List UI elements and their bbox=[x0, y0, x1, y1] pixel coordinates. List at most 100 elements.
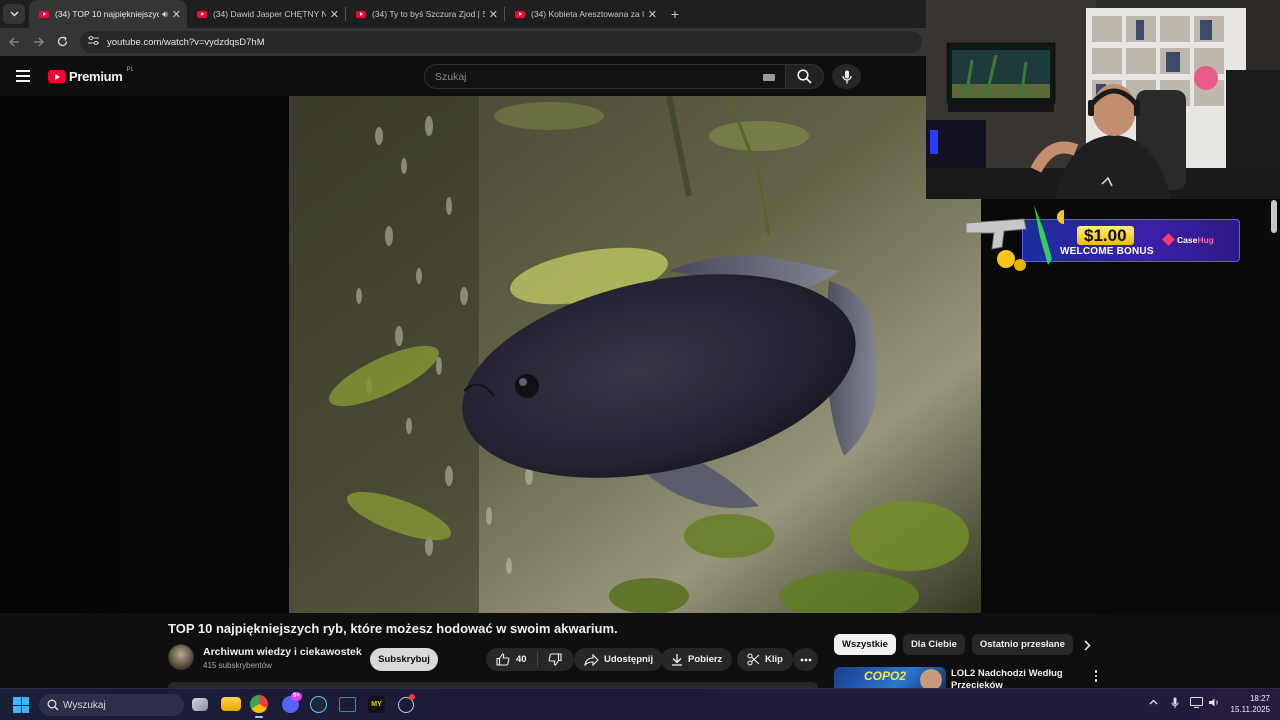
task-view-icon[interactable] bbox=[192, 698, 208, 711]
chevron-right-icon bbox=[1083, 639, 1091, 651]
tab-close-icon[interactable]: ✕ bbox=[330, 8, 339, 21]
recommended-thumbnail[interactable]: COPO2 bbox=[834, 667, 946, 688]
scissors-icon bbox=[747, 653, 760, 666]
chrome-active-indicator bbox=[255, 716, 263, 718]
promo-text: WELCOME BONUS bbox=[1060, 246, 1154, 257]
tab-close-icon[interactable]: ✕ bbox=[648, 8, 657, 21]
forward-button[interactable] bbox=[26, 35, 50, 50]
steam-icon[interactable] bbox=[310, 696, 327, 713]
search-input[interactable]: Szukaj bbox=[424, 64, 786, 89]
youtube-favicon-icon bbox=[197, 10, 207, 18]
recommended-menu-icon[interactable] bbox=[1092, 670, 1100, 682]
taskbar-clock[interactable]: 18:27 15.11.2025 bbox=[1226, 693, 1270, 715]
chips-next-button[interactable] bbox=[1078, 636, 1096, 654]
dislike-button[interactable] bbox=[538, 653, 574, 666]
tab-title: (34) TOP 10 najpiękniejszych bbox=[55, 9, 160, 19]
back-button[interactable] bbox=[2, 35, 26, 50]
site-info-icon[interactable] bbox=[88, 35, 99, 48]
more-horizontal-icon bbox=[800, 658, 811, 661]
my-app-icon[interactable]: MY bbox=[368, 696, 385, 713]
download-button[interactable]: Pobierz bbox=[661, 648, 733, 671]
share-label: Udostępnij bbox=[604, 654, 654, 665]
obs-recording-dot bbox=[409, 694, 415, 700]
casehug-promo-banner[interactable]: $1.00 WELCOME BONUS CaseHug bbox=[964, 203, 1242, 277]
url-text: youtube.com/watch?v=vydzdqsD7hM bbox=[107, 36, 265, 48]
browser-tab-3[interactable]: (34) Ty to byś Szczura Zjod | Sp ✕ bbox=[346, 0, 504, 28]
more-actions-button[interactable] bbox=[793, 648, 818, 671]
promo-brand: CaseHug bbox=[1177, 235, 1214, 245]
arrow-left-icon bbox=[8, 37, 19, 46]
arrow-right-icon bbox=[33, 37, 44, 46]
channel-avatar[interactable] bbox=[168, 644, 194, 670]
speaker-icon[interactable]: 🔊︎ bbox=[162, 9, 168, 20]
download-label: Pobierz bbox=[688, 654, 723, 665]
chevron-down-icon bbox=[10, 11, 18, 17]
network-icon[interactable] bbox=[1190, 697, 1203, 711]
search-icon bbox=[47, 699, 59, 711]
promo-amount: $1.00 bbox=[1077, 226, 1134, 245]
tab-title: (34) Dawid Jasper CHĘTNY NA bbox=[213, 9, 326, 19]
share-icon bbox=[584, 653, 599, 666]
subscribe-button[interactable]: Subskrybuj bbox=[370, 648, 438, 671]
reload-button[interactable] bbox=[50, 35, 74, 50]
new-tab-button[interactable]: + bbox=[663, 6, 687, 22]
browser-tab-4[interactable]: (34) Kobieta Aresztowana za Uj ✕ bbox=[505, 0, 663, 28]
subscriber-count: 415 subskrybentów bbox=[203, 661, 272, 670]
thumbs-up-icon bbox=[496, 653, 510, 666]
search-button[interactable] bbox=[786, 64, 824, 89]
search-placeholder: Szukaj bbox=[435, 70, 467, 83]
thumbs-down-icon bbox=[548, 653, 562, 666]
video-frame[interactable] bbox=[289, 96, 981, 613]
clip-label: Klip bbox=[765, 654, 783, 665]
windows-start-icon[interactable] bbox=[13, 697, 29, 713]
taskbar-search-placeholder: Wyszukaj bbox=[63, 699, 106, 711]
fish-video-image bbox=[289, 96, 981, 613]
browser-tab-2[interactable]: (34) Dawid Jasper CHĘTNY NA ✕ bbox=[187, 0, 345, 28]
menu-icon[interactable] bbox=[16, 70, 30, 82]
chrome-icon[interactable] bbox=[250, 695, 268, 713]
tab-title: (34) Kobieta Aresztowana za Uj bbox=[531, 9, 644, 19]
channel-name[interactable]: Archiwum wiedzy i ciekawostek bbox=[203, 646, 362, 658]
youtube-header: Premium PL Szukaj bbox=[0, 56, 926, 96]
youtube-favicon-icon bbox=[356, 10, 366, 18]
like-button[interactable]: 40 bbox=[486, 653, 537, 666]
youtube-premium-logo[interactable]: Premium PL bbox=[48, 66, 134, 84]
search-icon bbox=[797, 69, 812, 84]
file-explorer-icon[interactable] bbox=[221, 697, 241, 711]
keyboard-icon[interactable] bbox=[763, 74, 775, 81]
volume-icon[interactable] bbox=[1208, 697, 1220, 711]
clock-date: 15.11.2025 bbox=[1230, 705, 1270, 714]
reload-icon bbox=[57, 35, 67, 46]
youtube-favicon-icon bbox=[39, 10, 49, 18]
like-count: 40 bbox=[516, 654, 527, 665]
streamer-webcam-image bbox=[926, 0, 1280, 199]
region-code: PL bbox=[126, 66, 134, 73]
clock-time: 18:27 bbox=[1249, 694, 1270, 703]
chip-for-you[interactable]: Dla Ciebie bbox=[902, 634, 965, 655]
tab-close-icon[interactable]: ✕ bbox=[172, 8, 181, 21]
chip-recently-uploaded[interactable]: Ostatnio przesłane bbox=[971, 634, 1073, 655]
tray-chevron-icon[interactable] bbox=[1149, 697, 1158, 708]
tab-close-icon[interactable]: ✕ bbox=[489, 8, 498, 21]
discord-badge: 9+ bbox=[291, 692, 302, 701]
excel-icon[interactable] bbox=[339, 697, 356, 712]
webcam-overlay bbox=[926, 0, 1280, 199]
share-button[interactable]: Udostępnij bbox=[574, 648, 664, 671]
youtube-favicon-icon bbox=[515, 10, 525, 18]
voice-search-button[interactable] bbox=[832, 64, 861, 89]
video-title: TOP 10 najpiękniejszych ryb, które możes… bbox=[168, 621, 618, 636]
filter-chips: Wszystkie Dla Ciebie Ostatnio przesłane bbox=[834, 634, 1073, 655]
chip-all[interactable]: Wszystkie bbox=[834, 634, 896, 655]
pistol-knife-icon bbox=[965, 205, 1064, 271]
tab-search-button[interactable] bbox=[3, 4, 25, 24]
browser-tab-strip: (34) TOP 10 najpiękniejszych 🔊︎ ✕ (34) D… bbox=[0, 0, 926, 28]
microphone-tray-icon[interactable] bbox=[1171, 697, 1179, 712]
youtube-play-icon bbox=[48, 70, 66, 83]
taskbar-search[interactable]: Wyszukaj bbox=[39, 694, 184, 716]
browser-tab-1[interactable]: (34) TOP 10 najpiękniejszych 🔊︎ ✕ bbox=[29, 0, 187, 28]
url-field[interactable]: youtube.com/watch?v=vydzdqsD7hM bbox=[80, 31, 922, 53]
page-scrollbar[interactable] bbox=[1271, 200, 1277, 233]
recommended-title[interactable]: LOL2 Nadchodzi Według Przecieków bbox=[951, 668, 1079, 688]
tab-title: (34) Ty to byś Szczura Zjod | Sp bbox=[372, 9, 485, 19]
clip-button[interactable]: Klip bbox=[737, 648, 793, 671]
